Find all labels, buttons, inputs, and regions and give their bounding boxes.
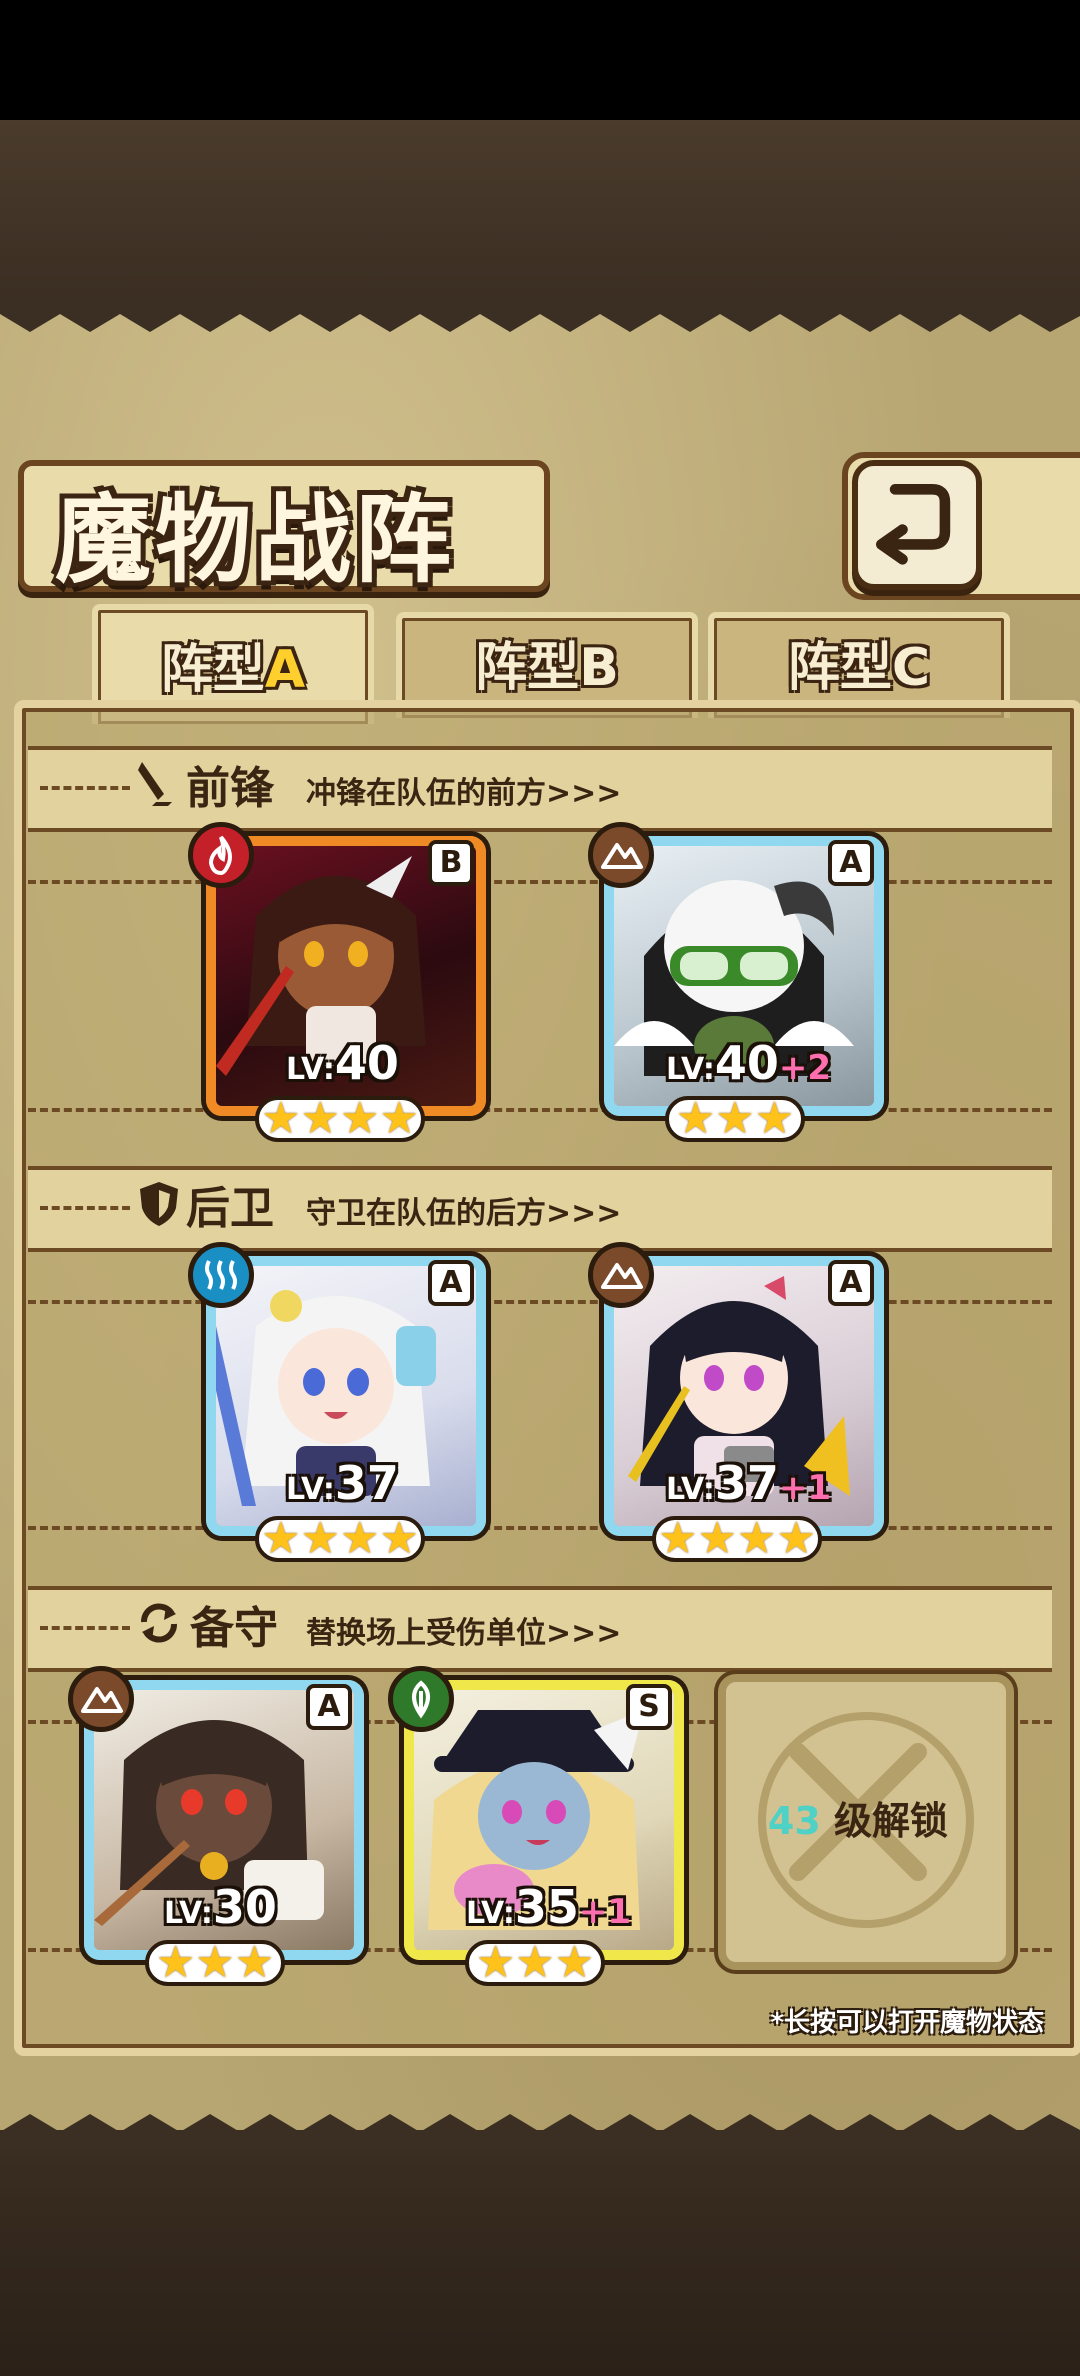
tab-formation-a-suffix: A bbox=[264, 640, 306, 700]
star-icon: ★ bbox=[340, 1513, 380, 1564]
star-rating: ★★★ bbox=[465, 1940, 605, 1986]
page-title: 魔物战阵 bbox=[55, 483, 455, 596]
star-icon: ★ bbox=[234, 1937, 275, 1988]
monster-level: LV:40+2 bbox=[666, 1036, 831, 1090]
back-button[interactable] bbox=[852, 460, 982, 590]
rank-badge: A bbox=[428, 1260, 474, 1306]
star-icon: ★ bbox=[300, 1093, 340, 1144]
level-number: 30 bbox=[212, 1880, 277, 1934]
level-plus: +1 bbox=[578, 1892, 632, 1932]
level-prefix: LV: bbox=[164, 1896, 213, 1931]
level-prefix: LV: bbox=[286, 1052, 335, 1087]
parchment-torn-edge-bottom bbox=[0, 2114, 1080, 2150]
star-icon: ★ bbox=[658, 1513, 698, 1564]
star-icon: ★ bbox=[554, 1937, 595, 1988]
earth-element-icon bbox=[68, 1666, 134, 1732]
rank-badge: A bbox=[306, 1684, 352, 1730]
vanguard-subtitle: 冲锋在队伍的前方>>> bbox=[306, 776, 622, 811]
star-icon: ★ bbox=[754, 1093, 795, 1144]
level-number: 35 bbox=[514, 1880, 579, 1934]
rank-badge: A bbox=[828, 1260, 874, 1306]
section-divider bbox=[28, 1526, 1052, 1530]
parchment-torn-edge-top bbox=[0, 296, 1080, 332]
rank-badge: A bbox=[828, 840, 874, 886]
star-icon: ★ bbox=[697, 1513, 737, 1564]
star-icon: ★ bbox=[261, 1513, 301, 1564]
earth-element-icon bbox=[588, 1242, 654, 1308]
star-rating: ★★★★ bbox=[652, 1516, 822, 1562]
star-rating: ★★★★ bbox=[255, 1516, 425, 1562]
reserve-subtitle: 替换场上受伤单位>>> bbox=[306, 1616, 622, 1651]
tab-formation-b-prefix: 阵型 bbox=[475, 638, 580, 698]
star-icon: ★ bbox=[379, 1513, 419, 1564]
section-divider bbox=[40, 786, 130, 790]
monster-level: LV:37+1 bbox=[666, 1456, 831, 1510]
level-number: 37 bbox=[714, 1456, 779, 1510]
star-icon: ★ bbox=[195, 1937, 235, 1988]
star-icon: ★ bbox=[261, 1093, 301, 1144]
earth-element-icon bbox=[588, 822, 654, 888]
monster-level: LV:35+1 bbox=[466, 1880, 631, 1934]
unlock-level-number: 43 bbox=[767, 1799, 821, 1843]
rearguard-subtitle: 守卫在队伍的后方>>> bbox=[306, 1196, 622, 1231]
fire-element-icon bbox=[188, 822, 254, 888]
star-icon: ★ bbox=[675, 1093, 716, 1144]
long-press-hint: *长按可以打开魔物状态 bbox=[770, 2008, 1044, 2038]
section-divider bbox=[28, 1108, 1052, 1112]
section-divider bbox=[40, 1206, 130, 1210]
star-icon: ★ bbox=[340, 1093, 380, 1144]
vanguard-title: 前锋 bbox=[186, 763, 274, 814]
unlock-level-text: 43 级解锁 bbox=[728, 1790, 988, 1845]
back-arrow-icon bbox=[876, 484, 951, 565]
level-prefix: LV: bbox=[466, 1896, 515, 1931]
level-prefix: LV: bbox=[666, 1052, 715, 1087]
star-icon: ★ bbox=[155, 1937, 196, 1988]
reserve-title: 备守 bbox=[190, 1603, 278, 1654]
monster-level: LV:40 bbox=[286, 1036, 399, 1090]
level-number: 37 bbox=[334, 1456, 399, 1510]
level-number: 40 bbox=[334, 1036, 399, 1090]
rearguard-title: 后卫 bbox=[186, 1183, 274, 1234]
tab-formation-c-suffix: C bbox=[891, 638, 931, 698]
swap-icon bbox=[141, 1603, 177, 1643]
star-icon: ★ bbox=[776, 1513, 816, 1564]
wood-element-icon bbox=[388, 1666, 454, 1732]
shield-icon bbox=[140, 1182, 178, 1226]
level-prefix: LV: bbox=[286, 1472, 335, 1507]
water-element-icon bbox=[188, 1242, 254, 1308]
level-plus: +1 bbox=[778, 1468, 832, 1508]
section-divider bbox=[28, 1300, 1052, 1304]
tab-formation-c-prefix: 阵型 bbox=[787, 638, 892, 698]
star-icon: ★ bbox=[515, 1937, 555, 1988]
star-icon: ★ bbox=[475, 1937, 516, 1988]
sword-icon bbox=[138, 762, 172, 806]
level-prefix: LV: bbox=[666, 1472, 715, 1507]
section-divider bbox=[40, 1626, 130, 1630]
star-icon: ★ bbox=[737, 1513, 777, 1564]
monster-level: LV:30 bbox=[164, 1880, 277, 1934]
star-icon: ★ bbox=[715, 1093, 755, 1144]
star-rating: ★★★ bbox=[665, 1096, 805, 1142]
tab-formation-a-prefix: 阵型 bbox=[160, 640, 265, 700]
unlock-level-label: 级解锁 bbox=[834, 1799, 949, 1843]
star-rating: ★★★ bbox=[145, 1940, 285, 1986]
map-background-top bbox=[0, 120, 1080, 300]
rank-badge: S bbox=[626, 1684, 672, 1730]
monster-level: LV:37 bbox=[286, 1456, 399, 1510]
system-status-bar bbox=[0, 0, 1080, 120]
star-icon: ★ bbox=[379, 1093, 419, 1144]
rank-badge: B bbox=[428, 840, 474, 886]
section-divider bbox=[28, 880, 1052, 884]
star-icon: ★ bbox=[300, 1513, 340, 1564]
level-number: 40 bbox=[714, 1036, 779, 1090]
level-plus: +2 bbox=[778, 1048, 832, 1088]
map-background-bottom bbox=[0, 2130, 1080, 2376]
star-rating: ★★★★ bbox=[255, 1096, 425, 1142]
tab-formation-b-suffix: B bbox=[579, 638, 619, 698]
